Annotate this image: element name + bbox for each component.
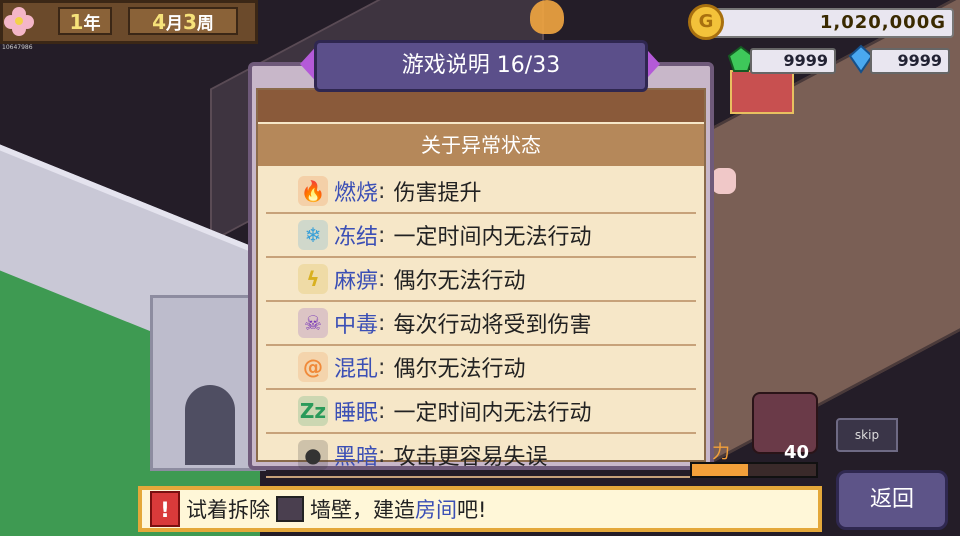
poison-skull-icon: ☠ <box>298 308 328 338</box>
darkness-orb-icon: ● <box>298 440 328 470</box>
week-number: 3 <box>183 10 197 34</box>
confusion-swirl-icon: @ <box>298 352 328 382</box>
year-unit: 年 <box>83 14 101 34</box>
blue-crystal-counter: 9999 <box>870 48 950 74</box>
status-colon: : <box>378 442 386 468</box>
throne <box>730 70 794 114</box>
status-list: 🔥 燃烧: 伤害提升 ❄ 冻结: 一定时间内无法行动 ϟ 麻痹: 偶尔无法行动 ☠ 中毒: 每次行动将… <box>266 170 696 478</box>
hint-text-2: 墙壁，建造 <box>310 498 415 522</box>
status-description: 攻击更容易失误 <box>393 445 548 470</box>
status-description: 伤害提升 <box>393 181 482 206</box>
hint-text-3: 吧! <box>457 498 487 522</box>
status-row: ☠ 中毒: 每次行动将受到伤害 <box>266 302 696 346</box>
dialog-title: 游戏说明 16/33 <box>314 40 648 92</box>
hint-room-link: 房间 <box>415 498 457 522</box>
gold-coin-icon: G <box>688 4 724 40</box>
year-number: 1 <box>69 10 84 34</box>
hint-text-1: 试着拆除 <box>186 498 270 522</box>
power-label: 力 <box>712 442 730 463</box>
dialog-header-strip <box>258 90 704 122</box>
status-description: 偶尔无法行动 <box>393 269 526 294</box>
fire-icon: 🔥 <box>298 176 328 206</box>
bunny-character[interactable] <box>712 168 736 194</box>
status-name: 睡眠 <box>334 401 379 426</box>
status-description: 一定时间内无法行动 <box>393 225 592 250</box>
ice-icon: ❄ <box>298 220 328 250</box>
back-button[interactable]: 返回 <box>836 470 948 530</box>
power-bar-fill <box>692 464 748 476</box>
castle-gate <box>185 385 235 465</box>
status-colon: : <box>378 178 386 204</box>
status-name: 麻痹 <box>334 269 379 294</box>
month-week-display: 4月3周 <box>128 7 238 35</box>
status-colon: : <box>378 222 386 248</box>
status-colon: : <box>378 354 386 380</box>
status-name: 冻结 <box>334 225 379 250</box>
green-gem-counter: 9999 <box>750 48 836 74</box>
lightning-icon: ϟ <box>298 264 328 294</box>
boss-counter: 40 <box>784 442 810 463</box>
status-name: 黑暗 <box>334 445 379 470</box>
skip-button[interactable]: skip <box>836 418 898 452</box>
status-description: 一定时间内无法行动 <box>393 401 592 426</box>
gold-counter: 1,020,000G <box>708 8 954 38</box>
status-name: 混乱 <box>334 357 379 382</box>
status-row: ❄ 冻结: 一定时间内无法行动 <box>266 214 696 258</box>
status-colon: : <box>378 266 386 292</box>
status-colon: : <box>378 398 386 424</box>
status-row: ● 黑暗: 攻击更容易失误 <box>266 434 696 478</box>
status-name: 中毒 <box>334 313 379 338</box>
section-title: 关于异常状态 <box>258 124 704 166</box>
version-id: 10647986 <box>2 44 33 51</box>
status-row: ϟ 麻痹: 偶尔无法行动 <box>266 258 696 302</box>
exclamation-icon: ! <box>150 491 180 527</box>
wall-block-icon <box>276 496 304 522</box>
hint-bar: ! 试着拆除 墙壁，建造 房间 吧! <box>138 486 822 532</box>
status-name: 燃烧 <box>334 181 379 206</box>
status-description: 偶尔无法行动 <box>393 357 526 382</box>
status-row: 🔥 燃烧: 伤害提升 <box>266 170 696 214</box>
status-row: @ 混乱: 偶尔无法行动 <box>266 346 696 390</box>
status-row: Zz 睡眠: 一定时间内无法行动 <box>266 390 696 434</box>
torch-flame <box>530 0 564 34</box>
year-display: 1年 <box>58 7 112 35</box>
week-unit: 周 <box>196 14 214 34</box>
month-unit: 月 <box>166 14 183 34</box>
sleep-zz-icon: Zz <box>298 396 328 426</box>
status-description: 每次行动将受到伤害 <box>393 313 592 338</box>
status-colon: : <box>378 310 386 336</box>
month-number: 4 <box>152 10 166 34</box>
flower-icon <box>4 7 34 36</box>
